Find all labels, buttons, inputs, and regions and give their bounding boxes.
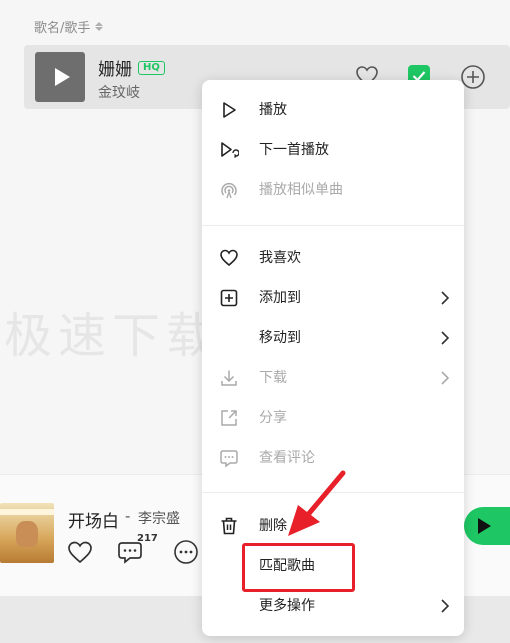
- song-title-text: 姗姗: [98, 60, 132, 80]
- menu-label: 播放相似单曲: [259, 182, 343, 198]
- menu-item-play-similar: 播放相似单曲: [202, 170, 464, 210]
- menu-item-delete[interactable]: 删除: [202, 506, 464, 546]
- menu-item-view-comments: 查看评论: [202, 438, 464, 478]
- menu-item-play-next[interactable]: 下一首播放: [202, 130, 464, 170]
- share-icon: [221, 410, 237, 426]
- menu-divider: [202, 492, 464, 493]
- song-cover[interactable]: [35, 52, 85, 102]
- menu-label: 播放: [259, 102, 287, 118]
- menu-label: 下一首播放: [259, 142, 329, 158]
- trash-icon: [221, 517, 237, 535]
- menu-item-download: 下载: [202, 358, 464, 398]
- column-header-song[interactable]: 歌名/歌手: [34, 17, 104, 36]
- hq-badge: HQ: [138, 60, 165, 75]
- cover-portrait: [16, 521, 38, 547]
- play-icon: [478, 518, 491, 534]
- menu-label: 下载: [259, 370, 287, 386]
- chevron-right-icon: [441, 291, 450, 305]
- comment-icon: [220, 450, 238, 468]
- radar-icon: [221, 182, 237, 199]
- column-header-label: 歌名/歌手: [34, 21, 91, 36]
- comment-count: 217: [137, 533, 158, 544]
- menu-divider: [202, 225, 464, 226]
- chevron-right-icon: [441, 331, 450, 345]
- menu-item-move-to[interactable]: 移动到: [202, 318, 464, 358]
- add-box-icon: [220, 289, 238, 307]
- annotation-highlight-box: [242, 543, 355, 592]
- heart-icon: [220, 249, 238, 267]
- song-title: 姗姗 HQ: [98, 55, 165, 80]
- play-icon: [223, 102, 236, 118]
- now-playing-artist[interactable]: 李宗盛: [138, 508, 180, 528]
- menu-label: 更多操作: [259, 598, 315, 614]
- play-next-icon: [221, 142, 239, 158]
- menu-item-add-to[interactable]: 添加到: [202, 278, 464, 318]
- download-icon: [221, 370, 237, 386]
- chevron-right-icon: [441, 599, 450, 613]
- now-playing-title[interactable]: 开场白: [68, 507, 119, 532]
- sort-icon: [95, 22, 104, 31]
- menu-label: 查看评论: [259, 450, 315, 466]
- chevron-right-icon: [441, 371, 450, 385]
- menu-item-more-actions[interactable]: 更多操作: [202, 586, 464, 626]
- more-icon[interactable]: [173, 539, 199, 565]
- like-icon[interactable]: [67, 540, 93, 564]
- now-playing-cover[interactable]: [0, 503, 54, 563]
- cover-band: [0, 509, 54, 515]
- menu-label: 分享: [259, 410, 287, 426]
- menu-item-favorite[interactable]: 我喜欢: [202, 238, 464, 278]
- now-playing-separator: -: [125, 507, 131, 525]
- song-artist[interactable]: 金玟岐: [98, 82, 140, 102]
- menu-label: 我喜欢: [259, 250, 301, 266]
- menu-label: 删除: [259, 518, 287, 534]
- watermark-text: 极速下载: [4, 308, 221, 364]
- play-icon: [54, 68, 70, 86]
- menu-item-play[interactable]: 播放: [202, 90, 464, 130]
- menu-label: 添加到: [259, 290, 301, 306]
- menu-item-share: 分享: [202, 398, 464, 438]
- menu-label: 移动到: [259, 330, 301, 346]
- play-pause-button[interactable]: [464, 507, 510, 545]
